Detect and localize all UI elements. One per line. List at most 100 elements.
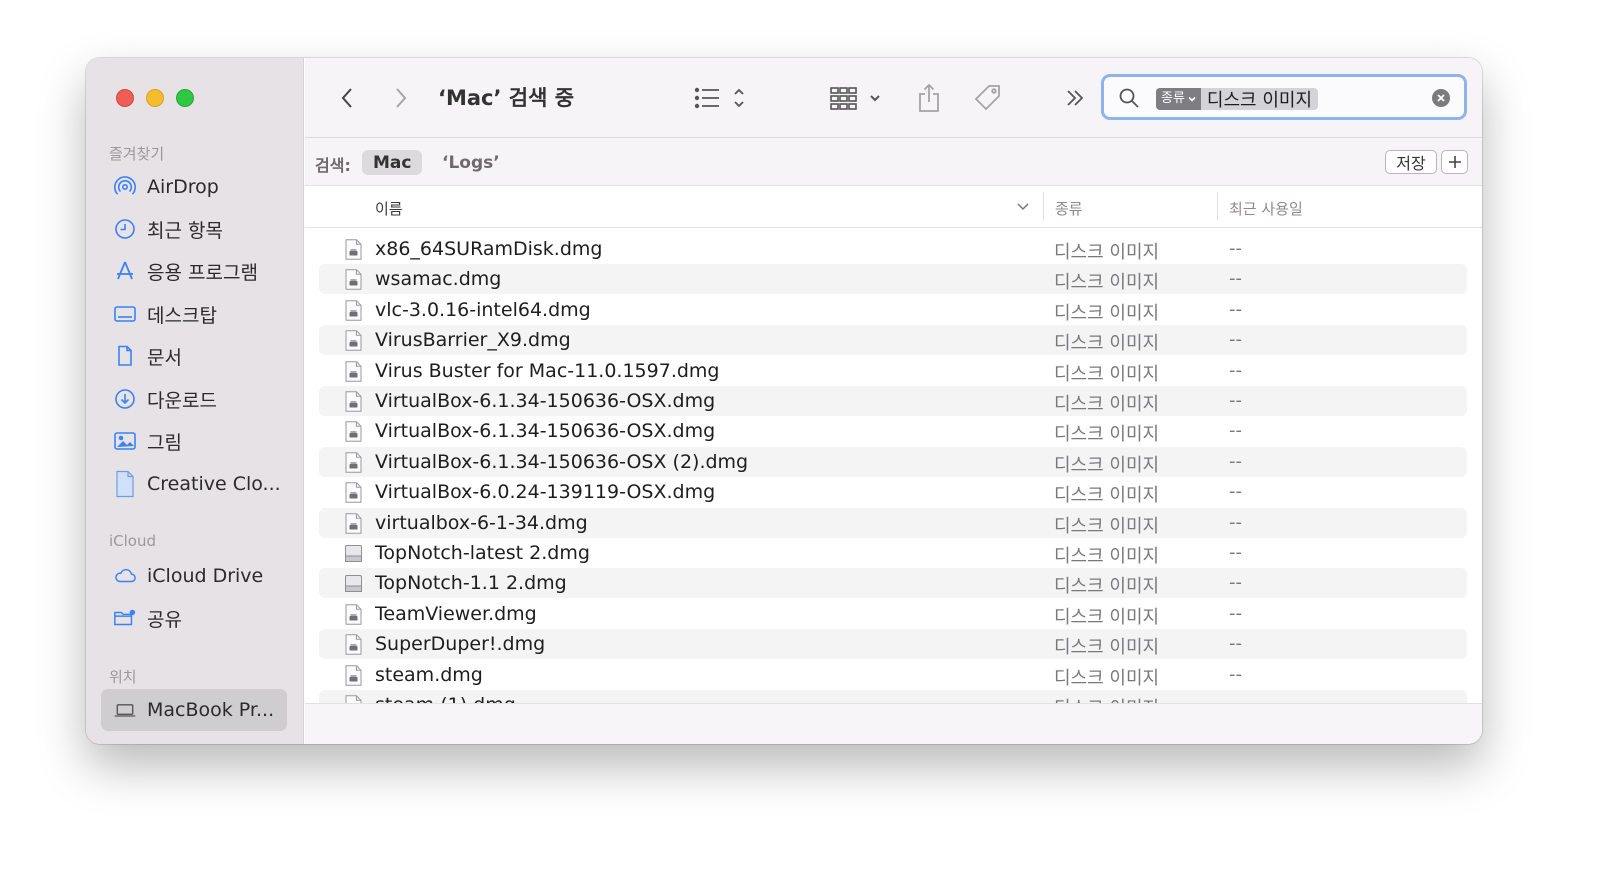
sort-chevron-down-icon[interactable]	[1016, 201, 1030, 213]
view-options-button[interactable]	[693, 82, 751, 114]
sidebar-item-pictures[interactable]: 그림	[101, 421, 287, 461]
file-name: VirtualBox-6.1.34-150636-OSX.dmg	[375, 390, 716, 412]
table-row[interactable]: TopNotch-latest 2.dmg 디스크 이미지 --	[319, 538, 1467, 568]
disk-image-icon	[345, 391, 362, 412]
icloud-header: iCloud	[109, 532, 157, 550]
scope-logs-button[interactable]: ‘Logs’	[431, 150, 511, 175]
file-name: wsamac.dmg	[375, 268, 502, 291]
file-date: --	[1229, 420, 1242, 442]
table-row[interactable]: wsamac.dmg 디스크 이미지 --	[319, 264, 1467, 295]
save-search-button[interactable]: 저장	[1385, 150, 1437, 174]
file-date: --	[1229, 390, 1242, 411]
airdrop-icon	[113, 175, 137, 199]
disk-image-icon	[345, 360, 362, 382]
table-row[interactable]: TeamViewer.dmg 디스크 이미지 --	[319, 599, 1467, 629]
sidebar-item-recents[interactable]: 최근 항목	[101, 209, 287, 249]
search-token-kind[interactable]: 종류	[1156, 88, 1201, 110]
file-kind: 디스크 이미지	[1054, 667, 1160, 689]
tag-button[interactable]	[973, 82, 1003, 114]
file-name: SuperDuper!.dmg	[375, 633, 546, 656]
table-row[interactable]: VirtualBox-6.1.34-150636-OSX.dmg 디스크 이미지 -…	[319, 386, 1467, 416]
zoom-window-button[interactable]	[176, 89, 194, 107]
disk-image-icon	[345, 604, 362, 625]
download-icon	[113, 387, 137, 411]
file-date: --	[1229, 572, 1242, 594]
table-row[interactable]: steam.dmg 디스크 이미지 --	[319, 660, 1467, 690]
sidebar-item-applications[interactable]: 응용 프로그램	[101, 251, 287, 291]
laptop-icon	[113, 698, 137, 722]
column-kind-header[interactable]: 종류	[1055, 198, 1083, 219]
sidebar-item-documents[interactable]: 문서	[101, 336, 287, 376]
file-kind: 디스크 이미지	[1054, 363, 1160, 385]
add-criteria-button[interactable]	[1441, 150, 1468, 174]
window-title: ‘Mac’ 검색 중	[438, 86, 575, 110]
file-date: --	[1229, 694, 1242, 703]
file-name: TopNotch-latest 2.dmg	[375, 542, 590, 564]
file-kind: 디스크 이미지	[1054, 546, 1160, 567]
table-row[interactable]: steam (1).dmg 디스크 이미지 --	[319, 690, 1467, 703]
sidebar-item-label: 문서	[147, 346, 182, 369]
table-row[interactable]: vlc-3.0.16-intel64.dmg 디스크 이미지 --	[319, 295, 1467, 325]
search-icon	[1119, 88, 1139, 108]
sidebar-item-shared[interactable]: 공유	[101, 598, 287, 638]
column-header: 이름 종류 최근 사용일	[305, 186, 1482, 228]
sidebar-item-icloud-drive[interactable]: iCloud Drive	[101, 556, 287, 596]
search-field[interactable]: 종류 디스크 이미지	[1101, 74, 1467, 120]
sidebar-item-creative-cloud[interactable]: Creative Clo...	[101, 464, 287, 504]
desktop-icon	[113, 302, 137, 326]
file-name: virtualbox-6-1-34.dmg	[375, 511, 588, 534]
double-chevron-right-icon	[1067, 90, 1084, 106]
scope-mac-button[interactable]: Mac	[362, 150, 423, 175]
disk-image-icon	[345, 634, 362, 655]
group-by-button[interactable]	[829, 82, 885, 114]
column-separator	[1043, 192, 1044, 220]
table-row[interactable]: SuperDuper!.dmg 디스크 이미지 --	[319, 629, 1467, 660]
search-token[interactable]: 종류 디스크 이미지	[1156, 88, 1319, 111]
table-row[interactable]: VirusBarrier_X9.dmg 디스크 이미지 --	[319, 325, 1467, 356]
forward-button[interactable]	[389, 82, 413, 114]
sidebar-item-downloads[interactable]: 다운로드	[101, 379, 287, 419]
file-name: steam (1).dmg	[375, 694, 516, 703]
chevron-down-icon	[1188, 96, 1196, 102]
sidebar-item-desktop[interactable]: 데스크탑	[101, 294, 287, 334]
file-date: --	[1229, 602, 1242, 624]
table-row[interactable]: VirtualBox-6.1.34-150636-OSX.dmg 디스크 이미지 -…	[319, 416, 1467, 446]
table-row[interactable]: VirtualBox-6.0.24-139119-OSX.dmg 디스크 이미지 -…	[319, 477, 1467, 507]
document-icon	[113, 344, 137, 368]
column-separator	[1217, 192, 1218, 220]
chevron-left-icon	[341, 88, 352, 108]
sidebar: 즐겨찾기 AirDrop 최근 항목 응용 프로그램 데스크탑 문서 다운로드 …	[86, 58, 304, 744]
column-name-header[interactable]: 이름	[375, 198, 403, 219]
sidebar-item-label: 그림	[147, 431, 182, 454]
minimize-window-button[interactable]	[146, 89, 164, 107]
table-row[interactable]: TopNotch-1.1 2.dmg 디스크 이미지 --	[319, 568, 1467, 599]
sidebar-item-airdrop[interactable]: AirDrop	[101, 167, 287, 207]
table-row[interactable]: x86_64SURamDisk.dmg 디스크 이미지 --	[319, 234, 1467, 264]
sidebar-item-macbook[interactable]: MacBook Pr...	[101, 689, 287, 731]
pictures-icon	[113, 429, 137, 453]
column-date-header[interactable]: 최근 사용일	[1229, 198, 1303, 219]
favorites-header: 즐겨찾기	[109, 145, 165, 163]
sidebar-item-label: 다운로드	[147, 389, 217, 412]
close-window-button[interactable]	[116, 89, 134, 107]
table-row[interactable]: virtualbox-6-1-34.dmg 디스크 이미지 --	[319, 507, 1467, 538]
close-icon	[1437, 94, 1445, 102]
table-row[interactable]: Virus Buster for Mac-11.0.1597.dmg 디스크 이미…	[319, 356, 1467, 386]
file-date: --	[1229, 450, 1242, 472]
sidebar-item-label: MacBook Pr...	[147, 699, 275, 721]
sidebar-item-label: 최근 항목	[147, 219, 223, 242]
file-date: --	[1229, 359, 1242, 381]
file-kind: 디스크 이미지	[1054, 272, 1160, 294]
table-row[interactable]: VirtualBox-6.1.34-150636-OSX (2).dmg 디스크 …	[319, 446, 1467, 477]
toolbar: ‘Mac’ 검색 중 종류 디스크 이미지	[305, 58, 1482, 138]
share-button[interactable]	[915, 82, 943, 114]
file-kind: 디스크 이미지	[1054, 515, 1160, 537]
sidebar-item-label: 응용 프로그램	[147, 261, 258, 284]
clear-search-button[interactable]	[1432, 89, 1450, 107]
applications-icon	[113, 259, 137, 283]
disk-drive-icon	[345, 545, 362, 562]
grid-icon	[830, 87, 880, 110]
search-token-kind-label: 종류	[1161, 91, 1185, 106]
more-toolbar-button[interactable]	[1063, 82, 1087, 114]
back-button[interactable]	[335, 82, 359, 114]
